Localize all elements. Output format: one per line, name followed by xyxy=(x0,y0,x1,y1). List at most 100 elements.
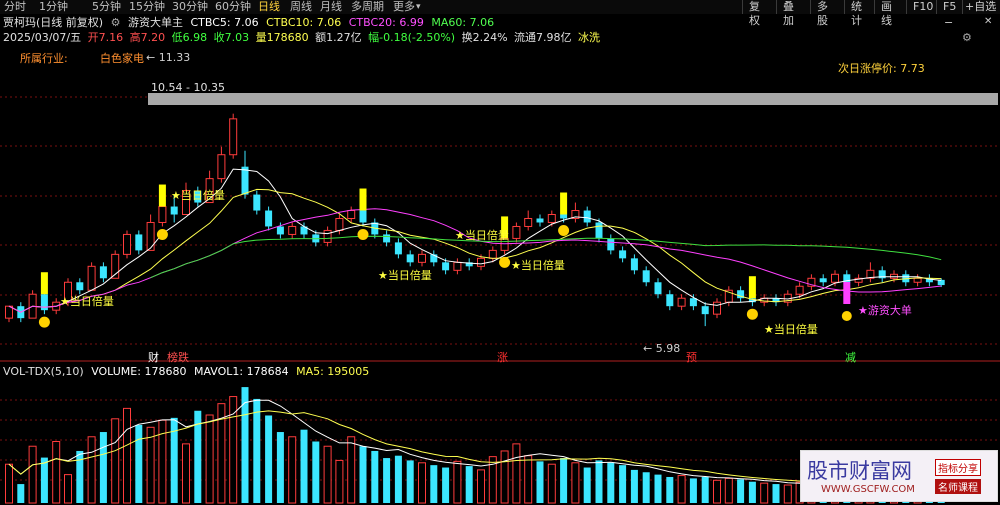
volume-bar-down xyxy=(630,469,638,503)
volume-bar-up xyxy=(87,436,96,504)
marker-zhang: 涨 xyxy=(497,351,508,364)
volume-bar-up xyxy=(229,396,238,504)
watermark-tag-share: 指标分享 xyxy=(935,459,981,476)
volume-bar-down xyxy=(312,441,320,503)
volume-bar-up xyxy=(347,436,356,504)
volume-bar-down xyxy=(40,457,48,503)
volume-bar-up xyxy=(677,475,686,504)
candle-body-up xyxy=(453,261,462,271)
signal-label: ★当日倍量 xyxy=(455,229,509,242)
candle-body-down xyxy=(383,234,391,243)
candle-body-up xyxy=(713,301,721,315)
marker-jian: 减 xyxy=(845,351,856,364)
candle-body-down xyxy=(536,218,544,223)
candle-body-up xyxy=(418,253,426,263)
ma5-value: MA5: 195005 xyxy=(296,365,370,378)
candle-body-up xyxy=(123,233,131,255)
high-price-label: ← 11.33 xyxy=(146,51,191,64)
candle-body-down xyxy=(253,194,261,211)
big-order-label: ★游资大单 xyxy=(858,304,912,317)
volume-bar-down xyxy=(371,450,379,503)
candle-body-down xyxy=(276,226,284,235)
volume-indicator-name[interactable]: VOL-TDX(5,10) xyxy=(3,365,84,378)
volume-bar-up xyxy=(111,418,120,504)
candle-body-up xyxy=(217,154,226,180)
signal-label: ★当日倍量 xyxy=(764,323,818,336)
candle-body-down xyxy=(442,262,450,271)
volume-bar-down xyxy=(642,472,650,503)
volume-bar-down xyxy=(536,461,544,503)
volume-bar-down xyxy=(701,476,709,503)
candle-body-down xyxy=(359,210,367,223)
volume-bar-down xyxy=(560,458,568,503)
candle-body-down xyxy=(560,214,568,219)
candle-body-down xyxy=(689,298,697,307)
candle-body-down xyxy=(76,282,84,291)
volume-bar-up xyxy=(323,445,332,504)
signal-label: ★当日倍量 xyxy=(378,269,432,282)
candle-body-up xyxy=(87,265,96,291)
watermark: 股市财富网 WWW.GSCFW.COM 指标分享 名师课程 xyxy=(800,450,998,502)
candle-body-down xyxy=(619,250,627,259)
signal-bar xyxy=(560,192,568,215)
candle-body-up xyxy=(477,257,485,267)
candle-body-down xyxy=(40,294,48,311)
volume-bar-down xyxy=(99,432,107,503)
volume-bar-down xyxy=(748,481,756,503)
candle-body-down xyxy=(241,166,249,195)
candle-body-down xyxy=(642,270,650,283)
candle-body-down xyxy=(583,210,591,223)
volume-bar-up xyxy=(5,463,13,504)
candle-body-up xyxy=(795,285,804,295)
smiley-icon xyxy=(558,224,570,236)
smiley-icon xyxy=(156,228,168,240)
signal-bar xyxy=(359,188,367,211)
signal-label: ★当日倍量 xyxy=(171,189,225,202)
candle-body-down xyxy=(630,258,638,271)
volume-bar-down xyxy=(135,424,143,503)
signal-label: ★当日倍量 xyxy=(60,295,114,308)
money-bag-icon xyxy=(841,311,852,321)
volume-bar-down xyxy=(607,462,615,503)
candle-body-up xyxy=(323,229,332,243)
volume-bar-down xyxy=(383,458,391,503)
smiley-icon xyxy=(357,228,369,240)
marker-yu: 预 xyxy=(686,351,697,364)
volume-bar-up xyxy=(453,460,462,504)
candle-body-up xyxy=(512,225,521,239)
candle-body-up xyxy=(158,206,167,223)
volume-bar-down xyxy=(689,478,697,503)
candle-body-up xyxy=(335,217,344,231)
volume-bar-down xyxy=(76,450,84,503)
volume-bar-down xyxy=(300,429,308,503)
candle-body-up xyxy=(913,277,922,283)
volume-bar-down xyxy=(772,484,780,503)
signal-bar xyxy=(748,276,756,299)
volume-bar-down xyxy=(394,455,402,503)
volume-bar-down xyxy=(406,460,414,503)
volume-bar-up xyxy=(335,459,344,504)
candle-body-down xyxy=(607,238,615,251)
smiley-icon xyxy=(499,256,511,268)
candle-body-down xyxy=(701,306,709,315)
volume-bar-up xyxy=(500,450,509,504)
volume-bar-up xyxy=(783,484,792,504)
volume-bar-up xyxy=(182,443,190,504)
candle-body-up xyxy=(547,214,556,223)
candle-body-down xyxy=(666,294,674,307)
candle-body-down xyxy=(265,210,273,227)
volume-bar-down xyxy=(430,465,438,503)
candle-body-up xyxy=(677,297,686,307)
volume-bar-down xyxy=(583,467,591,503)
low-price-label: ← 5.98 xyxy=(643,342,681,355)
range-label: 10.54 - 10.35 xyxy=(151,81,225,94)
smiley-icon xyxy=(746,308,758,320)
smiley-icon xyxy=(38,316,50,328)
signal-bar xyxy=(158,184,166,207)
candle-body-down xyxy=(99,266,107,279)
volume-bar-down xyxy=(737,479,745,503)
candle-body-down xyxy=(394,242,402,255)
volume-bar-up xyxy=(713,479,721,504)
candle-body-up xyxy=(347,210,356,219)
volume-bar-down xyxy=(666,476,674,503)
